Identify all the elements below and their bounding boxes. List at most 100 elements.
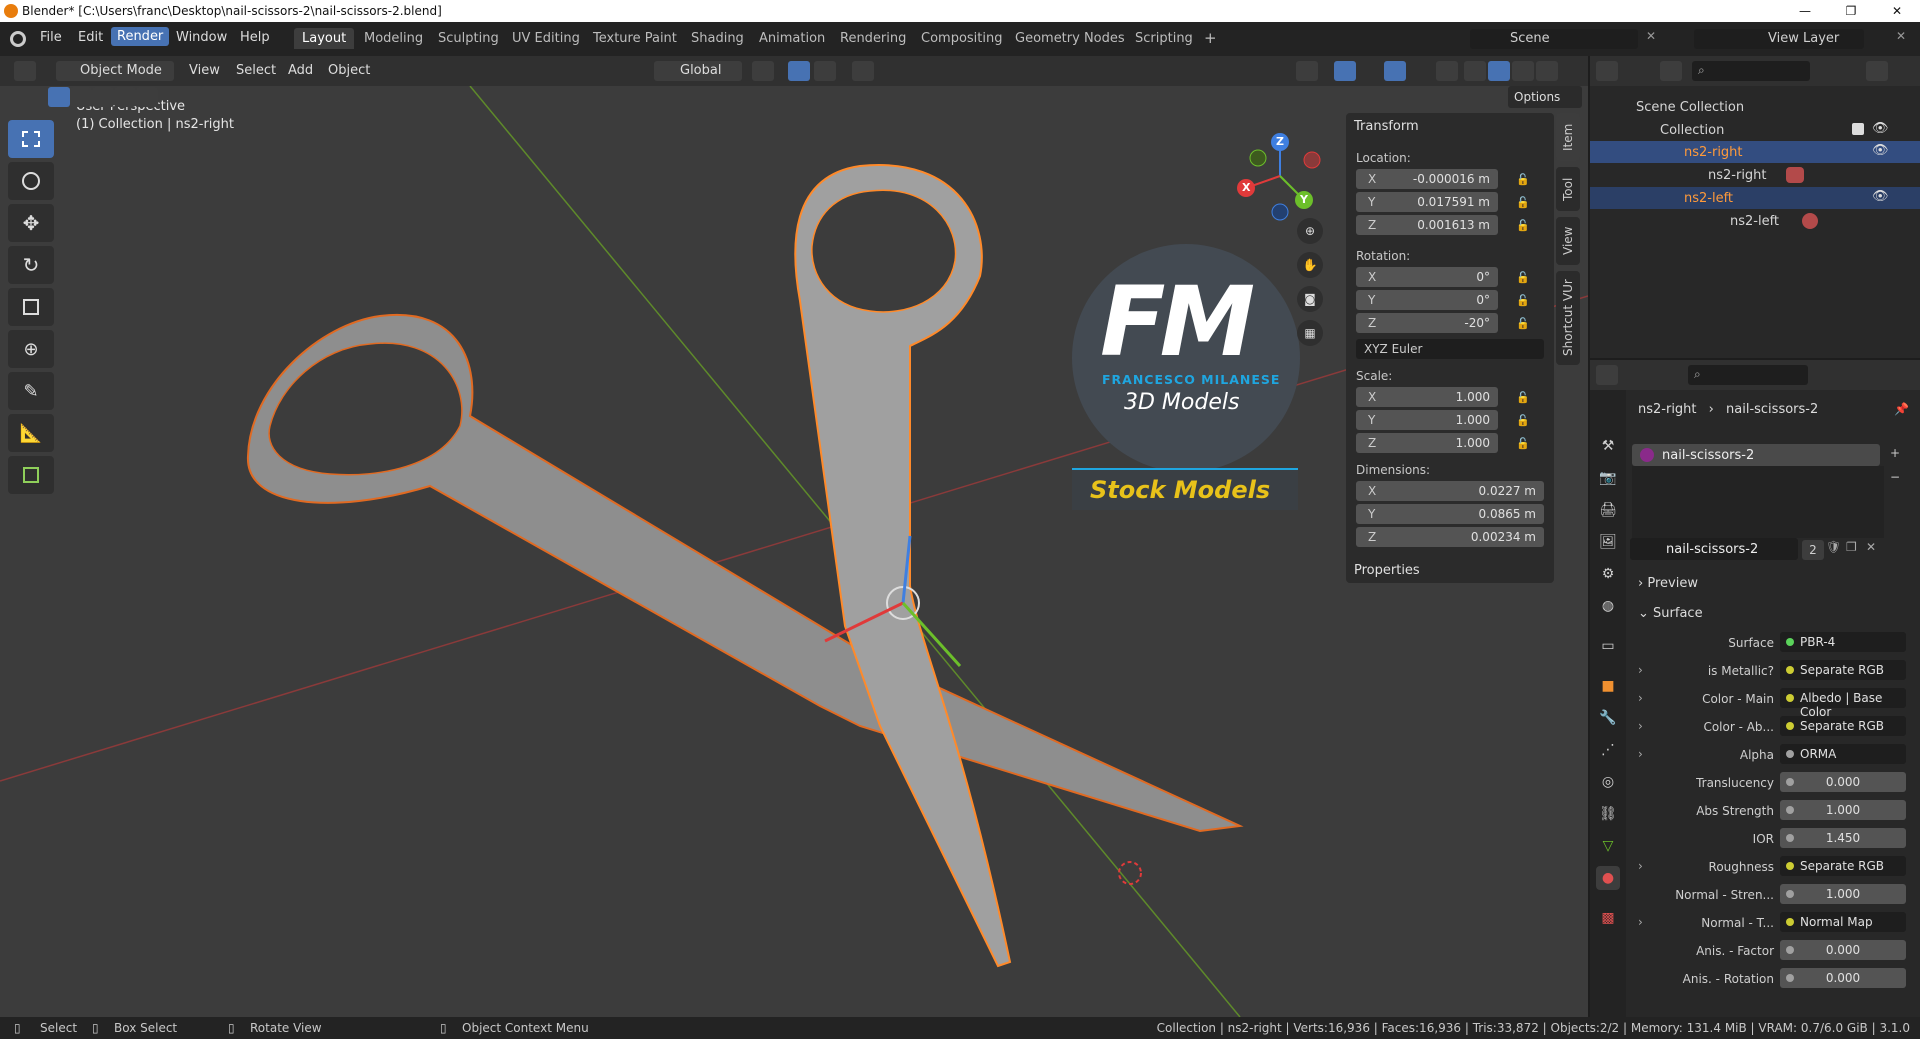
chevron-right-icon[interactable]: › (1638, 719, 1643, 733)
options-dropdown[interactable]: Options (1508, 86, 1582, 108)
solid-shading-icon[interactable] (1488, 61, 1510, 81)
lock-icon[interactable]: 🔓 (1516, 196, 1530, 210)
snap-target-icon[interactable] (814, 61, 836, 81)
tab-shading[interactable]: Shading (691, 31, 744, 46)
chevron-right-icon[interactable]: › (1638, 747, 1643, 761)
surface-row[interactable]: › Alpha ORMA (1630, 744, 1914, 766)
render-tab-icon[interactable]: 📷 (1596, 466, 1620, 490)
surface-row-value[interactable]: 0.000 (1780, 968, 1906, 988)
select-subtract-icon[interactable] (92, 87, 114, 107)
tab-item[interactable]: Item (1556, 113, 1580, 161)
surface-row-value[interactable]: Separate RGB (1780, 716, 1906, 736)
proportional-edit-icon[interactable] (852, 61, 874, 81)
select-intersect-icon[interactable] (136, 87, 158, 107)
surface-row[interactable]: › Normal - T... Normal Map (1630, 912, 1914, 934)
socket-icon[interactable] (1786, 974, 1794, 982)
tool-tab-icon[interactable]: ⚒ (1596, 434, 1620, 458)
surface-row[interactable]: › Roughness Separate RGB (1630, 856, 1914, 878)
surface-row[interactable]: Abs Strength 1.000 (1630, 800, 1914, 822)
menu-help[interactable]: Help (240, 30, 270, 45)
physics-tab-icon[interactable]: ◎ (1596, 770, 1620, 794)
close-icon[interactable]: ✕ (1896, 29, 1906, 43)
surface-row[interactable]: › Color - Main Albedo | Base Color (1630, 688, 1914, 719)
unlink-icon[interactable]: ✕ (1866, 540, 1876, 554)
wireframe-shading-icon[interactable] (1464, 61, 1486, 81)
world-tab-icon[interactable]: ◍ (1596, 594, 1620, 618)
tab-rendering[interactable]: Rendering (840, 31, 906, 46)
lock-icon[interactable]: 🔓 (1516, 414, 1530, 428)
location-x-field[interactable]: X -0.000016 m (1356, 169, 1498, 189)
rendered-shading-icon[interactable] (1536, 61, 1558, 81)
tab-layout[interactable]: Layout (294, 28, 355, 49)
lock-icon[interactable]: 🔓 (1516, 391, 1530, 405)
material-slot[interactable]: nail-scissors-2 (1632, 444, 1880, 466)
select-extend-icon[interactable] (70, 87, 92, 107)
socket-icon[interactable] (1786, 750, 1794, 758)
annotate-tool[interactable]: ✎ (8, 372, 54, 410)
tab-compositing[interactable]: Compositing (921, 31, 1003, 46)
particles-tab-icon[interactable]: ⋰ (1596, 738, 1620, 762)
lock-icon[interactable]: 🔓 (1516, 294, 1530, 308)
menu-add[interactable]: Add (288, 63, 313, 78)
xray-icon[interactable] (1436, 61, 1458, 81)
socket-icon[interactable] (1786, 666, 1794, 674)
lock-icon[interactable]: 🔓 (1516, 219, 1530, 233)
dimensions-y-field[interactable]: Y 0.0865 m (1356, 504, 1544, 524)
chevron-right-icon[interactable]: › (1638, 663, 1643, 677)
surface-row[interactable]: › Color - Ab... Separate RGB (1630, 716, 1914, 738)
filter-icon[interactable] (1866, 61, 1888, 81)
outliner-mesh-ns2-left[interactable]: ns2-left (1590, 210, 1920, 232)
tab-geometry-nodes[interactable]: Geometry Nodes (1015, 31, 1125, 46)
surface-row[interactable]: IOR 1.450 (1630, 828, 1914, 850)
tab-animation[interactable]: Animation (759, 31, 825, 46)
socket-icon[interactable] (1786, 806, 1794, 814)
tab-shortcut-vur[interactable]: Shortcut VUr (1556, 271, 1580, 365)
collection-tab-icon[interactable]: ▭ (1596, 634, 1620, 658)
pan-hand-icon[interactable]: ✋ (1297, 252, 1323, 278)
outliner-collection[interactable]: Collection 👁 (1590, 119, 1920, 141)
material-tab-icon[interactable]: ● (1596, 866, 1620, 890)
properties-header[interactable]: Properties (1354, 563, 1420, 578)
lock-icon[interactable]: 🔓 (1516, 271, 1530, 285)
add-workspace-button[interactable]: + (1204, 29, 1217, 47)
outliner-item-ns2-left[interactable]: ns2-left 👁 (1590, 187, 1920, 209)
duplicate-icon[interactable]: ❐ (1846, 540, 1857, 554)
fake-user-icon[interactable]: 🛡 (1826, 540, 1841, 554)
output-tab-icon[interactable]: 🖨 (1596, 498, 1620, 522)
location-z-field[interactable]: Z 0.001613 m (1356, 215, 1498, 235)
select-new-icon[interactable] (48, 87, 70, 107)
outliner-item-ns2-right[interactable]: ns2-right 👁 (1590, 141, 1920, 163)
surface-row-value[interactable]: Albedo | Base Color (1780, 688, 1906, 719)
preview-panel-header[interactable]: › Preview (1638, 576, 1698, 591)
surface-row-value[interactable]: Separate RGB (1780, 660, 1906, 680)
socket-icon[interactable] (1786, 890, 1794, 898)
tab-tool[interactable]: Tool (1556, 167, 1580, 211)
user-count[interactable]: 2 (1802, 540, 1824, 560)
surface-row[interactable]: Anis. - Factor 0.000 (1630, 940, 1914, 962)
menu-view[interactable]: View (189, 63, 220, 78)
zoom-icon[interactable]: ⊕ (1297, 218, 1323, 244)
menu-render[interactable]: Render (111, 27, 170, 46)
surface-row-value[interactable]: 1.000 (1780, 884, 1906, 904)
surface-row-value[interactable]: ORMA (1780, 744, 1906, 764)
minimize-button[interactable]: — (1782, 0, 1828, 22)
remove-slot-button[interactable]: − (1890, 470, 1900, 484)
editor-type-icon[interactable] (1596, 61, 1618, 81)
scene-selector[interactable]: Scene (1470, 29, 1638, 49)
socket-icon[interactable] (1786, 918, 1794, 926)
surface-row-value[interactable]: PBR-4 (1780, 632, 1906, 652)
menu-select[interactable]: Select (236, 63, 276, 78)
transform-tool[interactable]: ⊕ (8, 330, 54, 368)
surface-row-value[interactable]: Separate RGB (1780, 856, 1906, 876)
material-slot-list[interactable] (1632, 466, 1884, 538)
dimensions-z-field[interactable]: Z 0.00234 m (1356, 527, 1544, 547)
tab-modeling[interactable]: Modeling (364, 31, 423, 46)
rotation-z-field[interactable]: Z -20° (1356, 313, 1498, 333)
tab-sculpting[interactable]: Sculpting (438, 31, 499, 46)
select-box-tool[interactable] (8, 120, 54, 158)
orientation-dropdown[interactable]: Global (654, 61, 742, 81)
data-tab-icon[interactable]: ▽ (1596, 834, 1620, 858)
socket-icon[interactable] (1786, 862, 1794, 870)
editor-type-icon[interactable] (14, 61, 36, 81)
cursor-tool[interactable] (8, 162, 54, 200)
